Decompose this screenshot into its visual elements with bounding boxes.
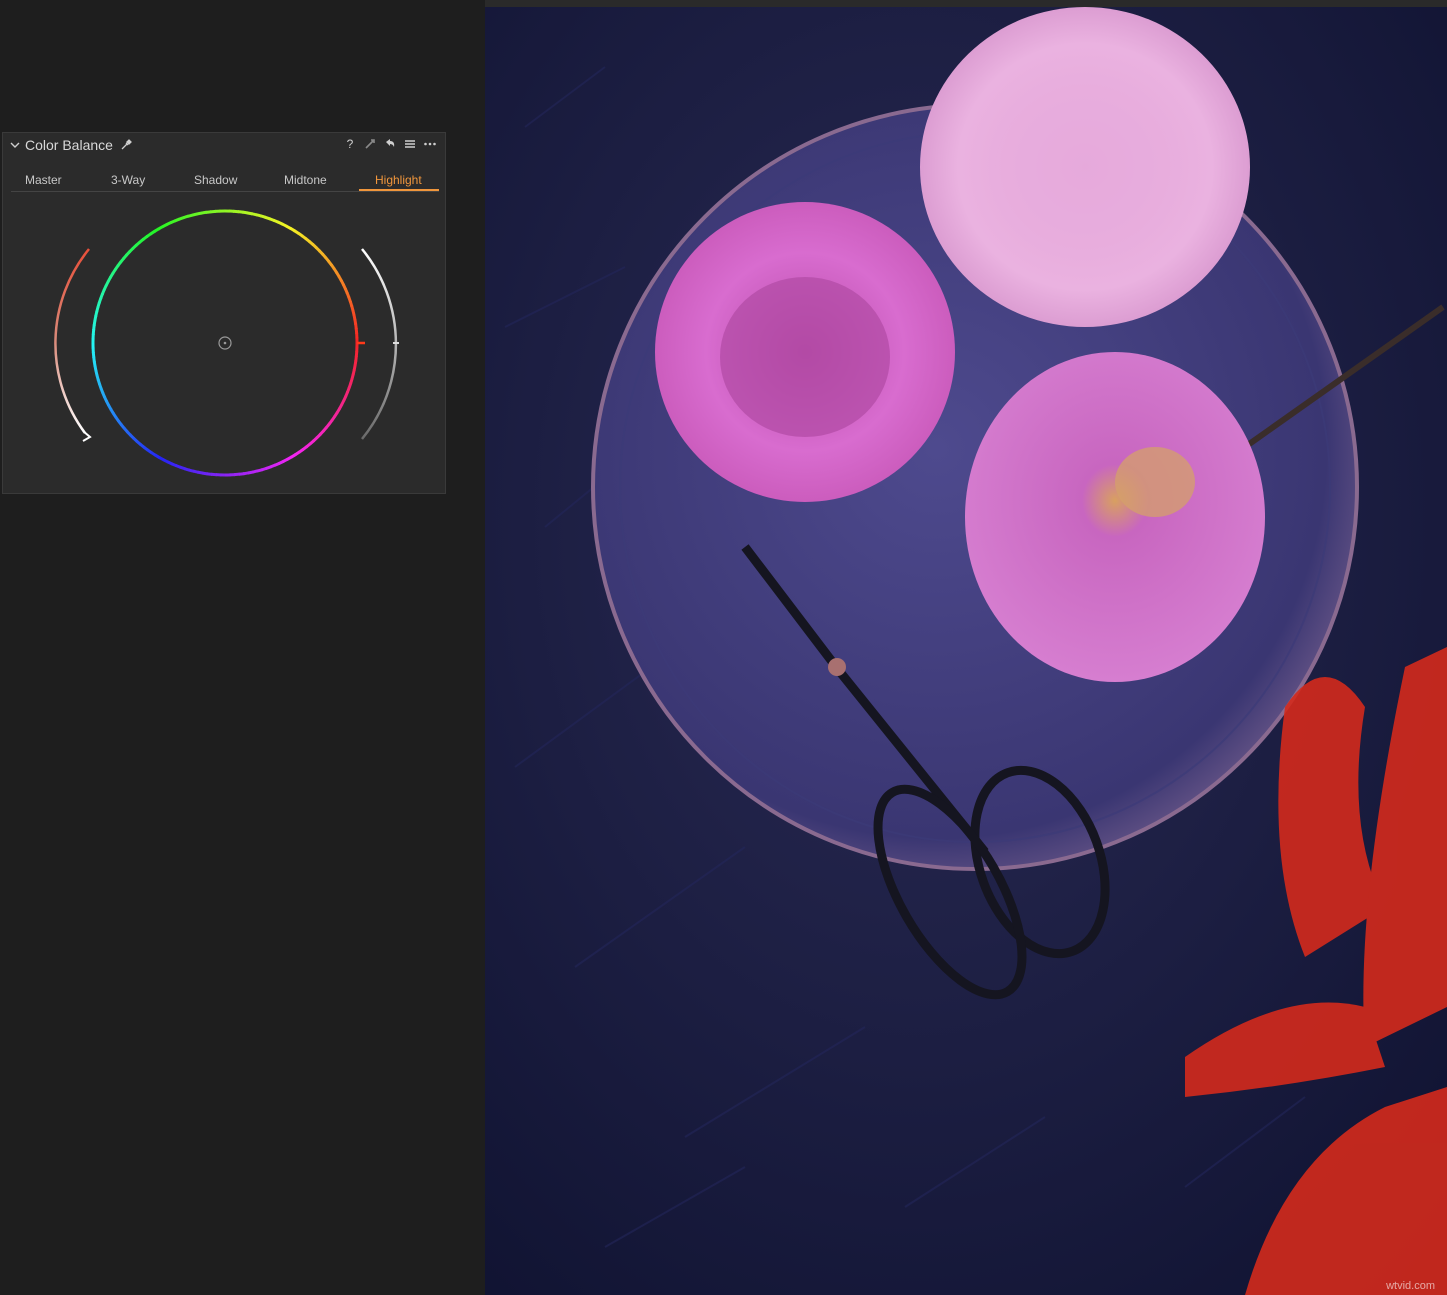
saturation-slider-arc[interactable]: [55, 249, 89, 433]
tab-midtone[interactable]: Midtone: [284, 173, 327, 187]
tab-3-way[interactable]: 3-Way: [111, 173, 145, 187]
tab-shadow[interactable]: Shadow: [194, 173, 237, 187]
menu-icon[interactable]: [403, 137, 417, 151]
color-wheel-area: [3, 201, 447, 491]
saturation-slider-handle[interactable]: [83, 431, 90, 441]
peony-left: [655, 202, 955, 502]
luminance-slider-arc[interactable]: [362, 249, 396, 439]
tab-highlight[interactable]: Highlight: [375, 173, 422, 187]
color-balance-panel: Color Balance ? Master 3-Way Shadow: [2, 132, 446, 494]
more-icon[interactable]: [423, 137, 437, 151]
help-icon[interactable]: ?: [343, 137, 357, 151]
copy-settings-icon[interactable]: [363, 137, 377, 151]
panel-header: Color Balance ?: [3, 133, 445, 159]
tab-master[interactable]: Master: [25, 173, 62, 187]
peony-right: [965, 352, 1265, 682]
eyedropper-icon[interactable]: [120, 139, 132, 151]
chevron-down-icon[interactable]: [9, 139, 21, 151]
peonies-photo: wtvid.com: [485, 7, 1447, 1295]
wheel-center-handle[interactable]: [219, 337, 231, 349]
viewer-top-strip: [485, 0, 1447, 7]
reset-icon[interactable]: [383, 137, 397, 151]
panel-title: Color Balance: [25, 137, 113, 153]
header-icon-group: ?: [343, 137, 437, 151]
active-tab-indicator: [359, 189, 439, 191]
color-wheel-graphic: [3, 201, 447, 491]
peony-top: [920, 7, 1250, 327]
watermark: wtvid.com: [1385, 1280, 1435, 1292]
photo-viewer-image: wtvid.com: [485, 7, 1447, 1295]
